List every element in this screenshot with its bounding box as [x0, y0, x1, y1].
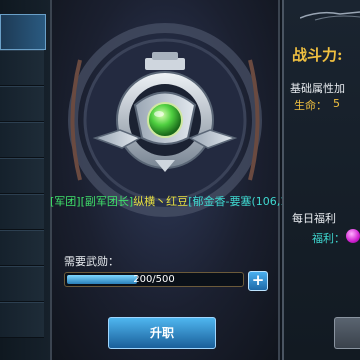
tab-8[interactable]	[0, 266, 44, 302]
left-tab-strip	[0, 0, 51, 360]
merit-progress-bar: 200/500	[64, 272, 244, 287]
hp-label: 生命：	[294, 99, 327, 112]
tab-3[interactable]	[0, 86, 44, 122]
add-merit-button[interactable]: +	[248, 271, 268, 291]
tab-9[interactable]	[0, 302, 44, 338]
chat-message: [军团][副军团长]纵横丶红豆[郁金香-要塞(106,146)]	[50, 193, 310, 209]
tab-6[interactable]	[0, 194, 44, 230]
welfare-label: 福利：	[312, 232, 345, 245]
requirement-label: 需要武勋：	[64, 255, 119, 268]
chat-names[interactable]: 纵横丶红豆	[133, 195, 188, 208]
chat-army-tag: [军团]	[50, 195, 81, 208]
tab-2[interactable]	[0, 50, 44, 86]
tab-7[interactable]	[0, 230, 44, 266]
ornament-icon	[300, 11, 360, 21]
merit-progress-text: 200/500	[133, 274, 175, 285]
hp-value: 5	[333, 97, 340, 110]
tab-4[interactable]	[0, 122, 44, 158]
daily-welfare-title: 每日福利	[292, 212, 336, 225]
right-action-button[interactable]	[334, 317, 360, 349]
tab-5[interactable]	[0, 158, 44, 194]
gem-icon	[346, 229, 360, 243]
combat-power-title: 战斗力:	[292, 46, 343, 64]
tab-1[interactable]	[0, 14, 46, 50]
promote-button[interactable]: 升职	[108, 317, 216, 349]
rank-emblem-icon	[68, 23, 262, 217]
chat-role-tag: [副军团长]	[80, 195, 134, 208]
base-attribute-label: 基础属性加	[290, 82, 345, 95]
